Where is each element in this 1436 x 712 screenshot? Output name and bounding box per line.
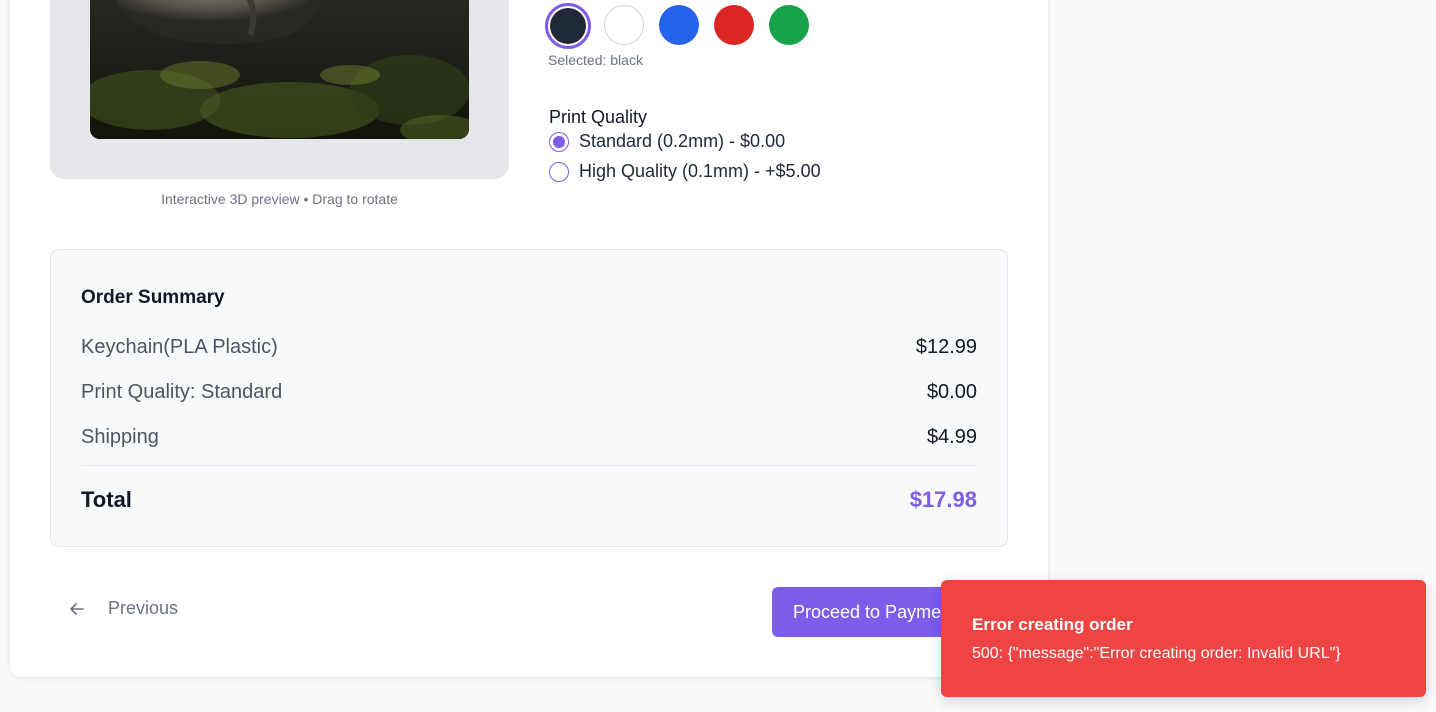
print-quality-option-high[interactable]: High Quality (0.1mm) - +$5.00 [549, 161, 821, 182]
order-summary-title: Order Summary [81, 287, 225, 308]
summary-line-label: Keychain(PLA Plastic) [81, 336, 278, 358]
radio-checked-icon[interactable] [549, 131, 569, 152]
color-swatch-green[interactable] [769, 5, 809, 45]
radio-unchecked-icon[interactable] [549, 161, 569, 182]
summary-line-item: Print Quality: Standard $0.00 [81, 381, 977, 404]
summary-total-row: Total $17.98 [81, 487, 977, 513]
summary-line-item: Shipping $4.99 [81, 426, 977, 449]
summary-line-value: $4.99 [926, 426, 977, 448]
toast-title: Error creating order [972, 615, 1133, 634]
page: Interactive 3D preview • Drag to rotate … [0, 0, 1436, 712]
color-swatch-red[interactable] [714, 5, 754, 45]
print-quality-option-label: High Quality (0.1mm) - +$5.00 [579, 161, 821, 181]
previous-label: Previous [108, 598, 179, 618]
summary-line-label: Shipping [81, 426, 159, 448]
total-label: Total [81, 487, 132, 512]
preview-photo [90, 0, 469, 139]
print-quality-option-standard[interactable]: Standard (0.2mm) - $0.00 [549, 131, 785, 152]
preview-caption: Interactive 3D preview • Drag to rotate [161, 191, 398, 207]
color-swatch-white[interactable] [604, 5, 644, 45]
model-preview-image[interactable] [90, 0, 469, 139]
print-quality-label: Print Quality [549, 107, 648, 127]
order-summary: Order Summary Keychain(PLA Plastic) $12.… [50, 249, 1008, 547]
summary-line-value: $0.00 [926, 381, 977, 403]
total-value: $17.98 [909, 487, 977, 512]
summary-line-item: Keychain(PLA Plastic) $12.99 [81, 336, 977, 359]
summary-divider [81, 465, 977, 466]
summary-line-value: $12.99 [915, 336, 977, 358]
model-preview-frame[interactable] [50, 0, 509, 179]
error-toast[interactable]: Error creating order 500: {"message":"Er… [941, 580, 1426, 697]
color-swatch-black[interactable] [545, 3, 591, 49]
print-quality-option-label: Standard (0.2mm) - $0.00 [579, 131, 786, 151]
toast-message: 500: {"message":"Error creating order: I… [972, 645, 1341, 662]
order-card: Interactive 3D preview • Drag to rotate … [10, 0, 1048, 677]
previous-button[interactable]: Previous [68, 598, 178, 619]
summary-line-label: Print Quality: Standard [81, 381, 283, 403]
selected-color-text: Selected: black [548, 52, 643, 68]
color-swatch-blue[interactable] [659, 5, 699, 45]
arrow-left-icon [70, 602, 84, 615]
